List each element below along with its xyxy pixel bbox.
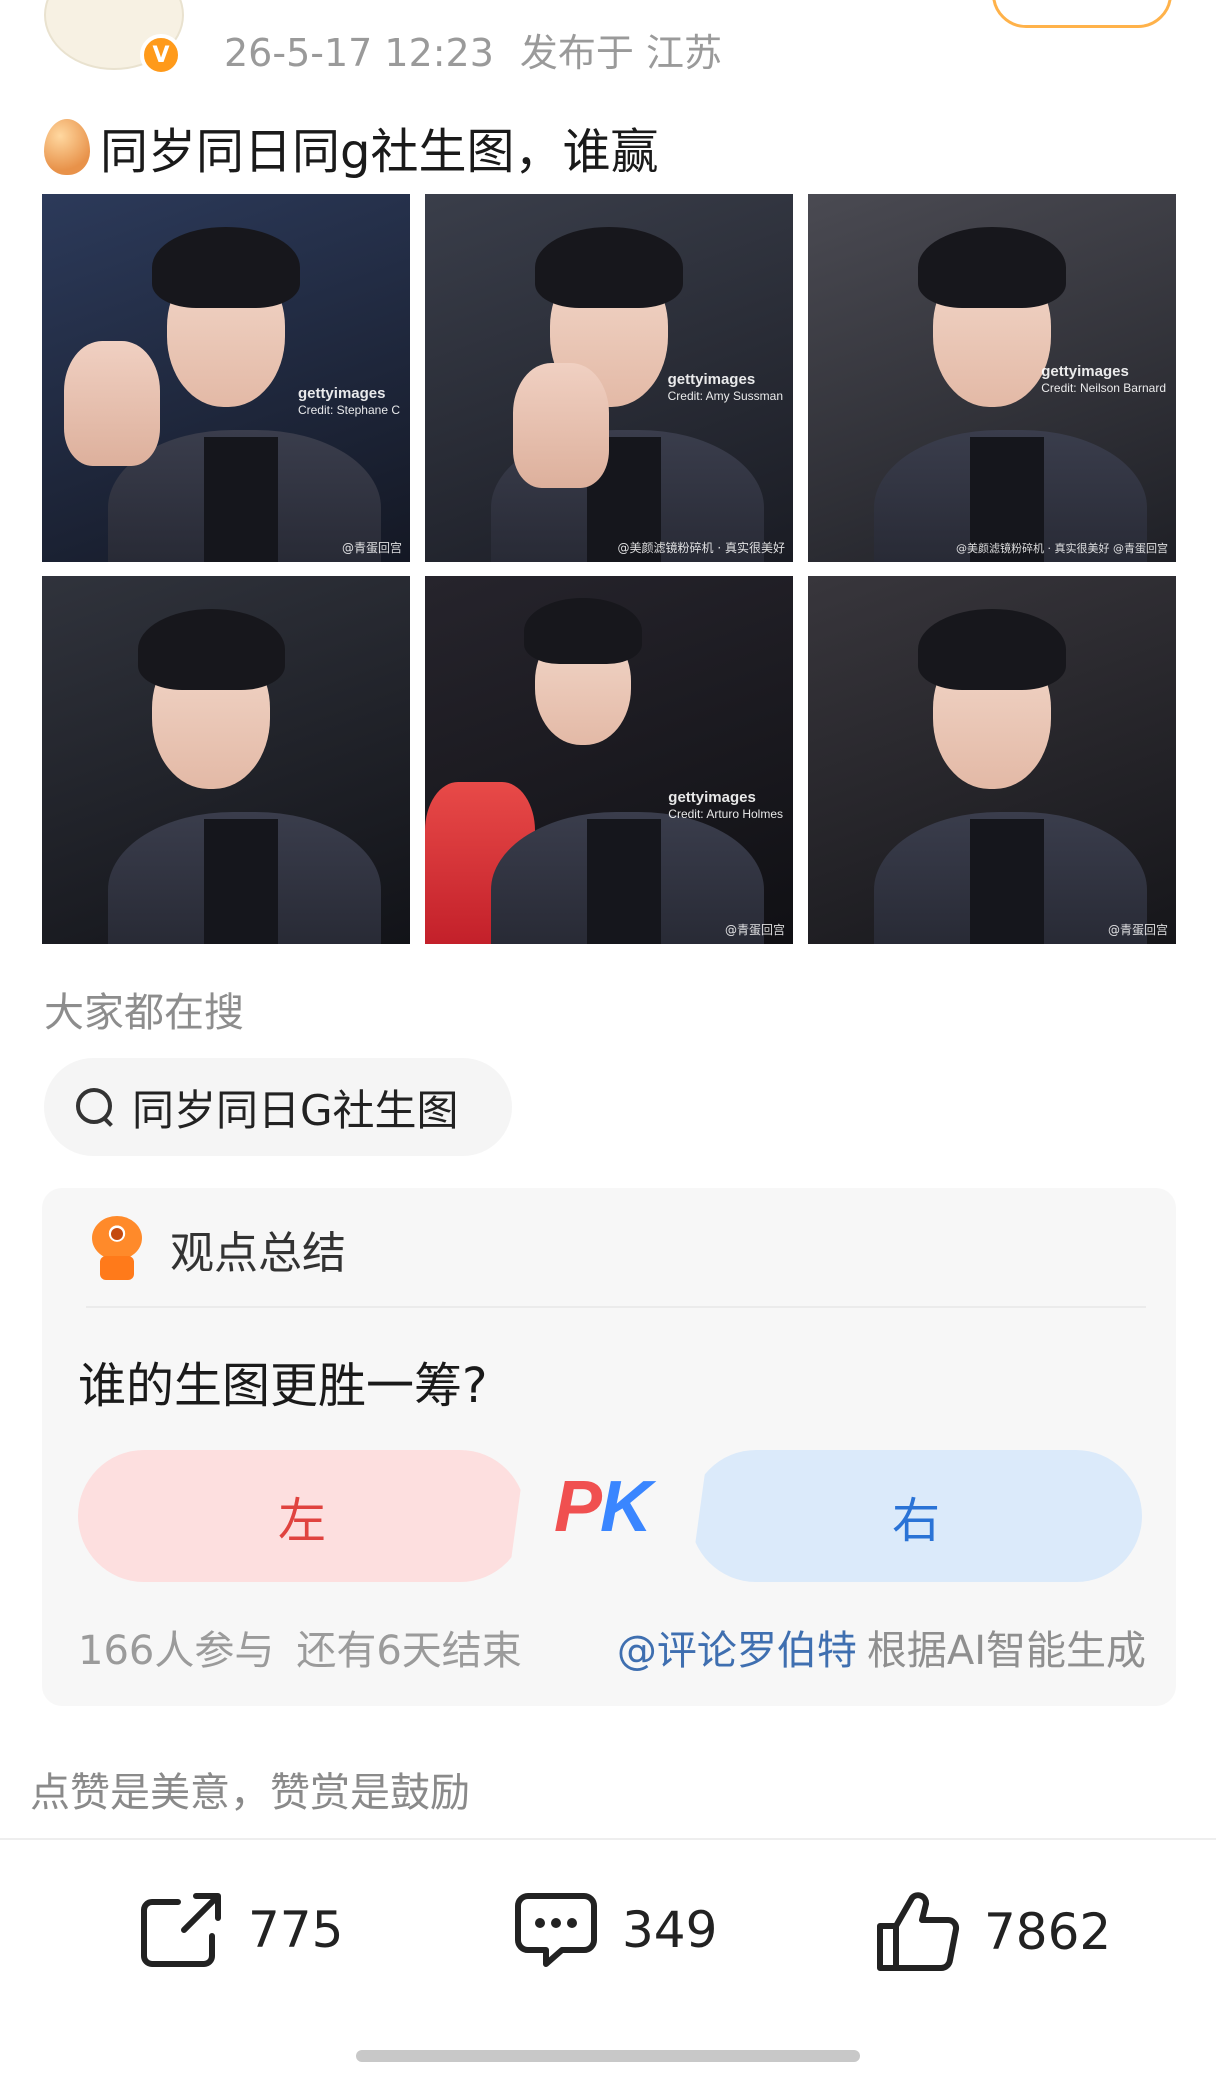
post-meta: 26-5-17 12:23 发布于 江苏 <box>224 22 722 77</box>
poll-option-right[interactable]: 右 <box>690 1450 1142 1582</box>
photo-6[interactable]: @青蛋回宫 <box>808 576 1176 944</box>
photo-watermark: @青蛋回宫 <box>724 923 785 937</box>
post-text: 同岁同日同g社生图，谁赢 <box>44 112 658 182</box>
follow-button[interactable] <box>992 0 1172 28</box>
photo-3[interactable]: gettyimages Credit: Neilson Barnard @美颜滤镜… <box>808 194 1176 562</box>
like-button[interactable]: 7862 <box>874 1890 1111 1974</box>
image-grid: gettyimages Credit: Stephane C @青蛋回宫 gett… <box>42 194 1176 944</box>
photo-watermark: @美颜滤镜粉碎机 · 真实很美好 @青蛋回宫 <box>956 542 1168 555</box>
hot-search-query: 同岁同日G社生图 <box>132 1085 459 1135</box>
hot-search-chip[interactable]: 同岁同日G社生图 <box>44 1058 512 1156</box>
comment-count: 349 <box>622 1901 718 1959</box>
share-count: 775 <box>248 1901 344 1959</box>
reward-text: 点赞是美意，赞赏是鼓励 <box>30 1770 470 1816</box>
photo-credit: gettyimages Credit: Neilson Barnard <box>1041 363 1166 396</box>
robot-icon <box>86 1216 148 1282</box>
photo-credit: gettyimages Credit: Arturo Holmes <box>668 789 783 822</box>
ai-note-text: 根据AI智能生成 <box>866 1628 1146 1674</box>
thumbs-up-icon <box>877 1892 960 1972</box>
photo-watermark: @青蛋回宫 <box>1107 923 1168 937</box>
post-location: 发布于 江苏 <box>519 31 722 75</box>
divider <box>86 1306 1146 1308</box>
home-indicator[interactable] <box>356 2050 860 2062</box>
verified-v-icon: V <box>140 34 182 76</box>
photo-credit: gettyimages Credit: Stephane C <box>297 385 400 418</box>
pk-label: PK <box>554 1467 652 1547</box>
poll-option-left[interactable]: 左 <box>78 1450 526 1582</box>
like-count: 7862 <box>984 1903 1112 1961</box>
card-header: 观点总结 <box>86 1216 346 1282</box>
poll-stats: 166人参与 还有6天结束 <box>78 1618 522 1676</box>
card-title: 观点总结 <box>170 1228 346 1279</box>
comment-button[interactable]: 349 <box>512 1890 717 1970</box>
egg-icon <box>44 119 90 175</box>
photo-1[interactable]: gettyimages Credit: Stephane C @青蛋回宫 <box>42 194 410 562</box>
opinion-summary-card: 观点总结 谁的生图更胜一筹? 左 PK 右 166人参与 还有6天结束 @评论罗伯… <box>42 1188 1176 1706</box>
comment-icon <box>515 1893 597 1967</box>
ai-generated-note: @评论罗伯特 根据AI智能生成 <box>617 1618 1146 1676</box>
poll-participants: 166人参与 <box>78 1628 275 1674</box>
photo-5[interactable]: gettyimages Credit: Arturo Holmes @青蛋回宫 <box>425 576 793 944</box>
ai-mention-link[interactable]: @评论罗伯特 <box>617 1628 857 1674</box>
action-bar: 775 349 7862 <box>0 1838 1216 2008</box>
post-date: 26-5-17 12:23 <box>224 31 494 75</box>
photo-credit: gettyimages Credit: Amy Sussman <box>667 370 783 403</box>
photo-watermark: @青蛋回宫 <box>341 541 402 555</box>
poll-question: 谁的生图更胜一筹? <box>78 1358 488 1414</box>
photo-watermark: @美颜滤镜粉碎机 · 真实很美好 <box>617 541 785 555</box>
share-button[interactable]: 775 <box>138 1890 343 1970</box>
post-text-content: 同岁同日同g社生图，谁赢 <box>100 124 659 180</box>
share-icon <box>141 1893 221 1967</box>
photo-4[interactable] <box>42 576 410 944</box>
poll-remaining: 还有6天结束 <box>296 1628 522 1674</box>
search-icon <box>74 1086 116 1128</box>
photo-2[interactable]: gettyimages Credit: Amy Sussman @美颜滤镜粉碎机 … <box>425 194 793 562</box>
hot-search-label: 大家都在搜 <box>44 990 244 1036</box>
